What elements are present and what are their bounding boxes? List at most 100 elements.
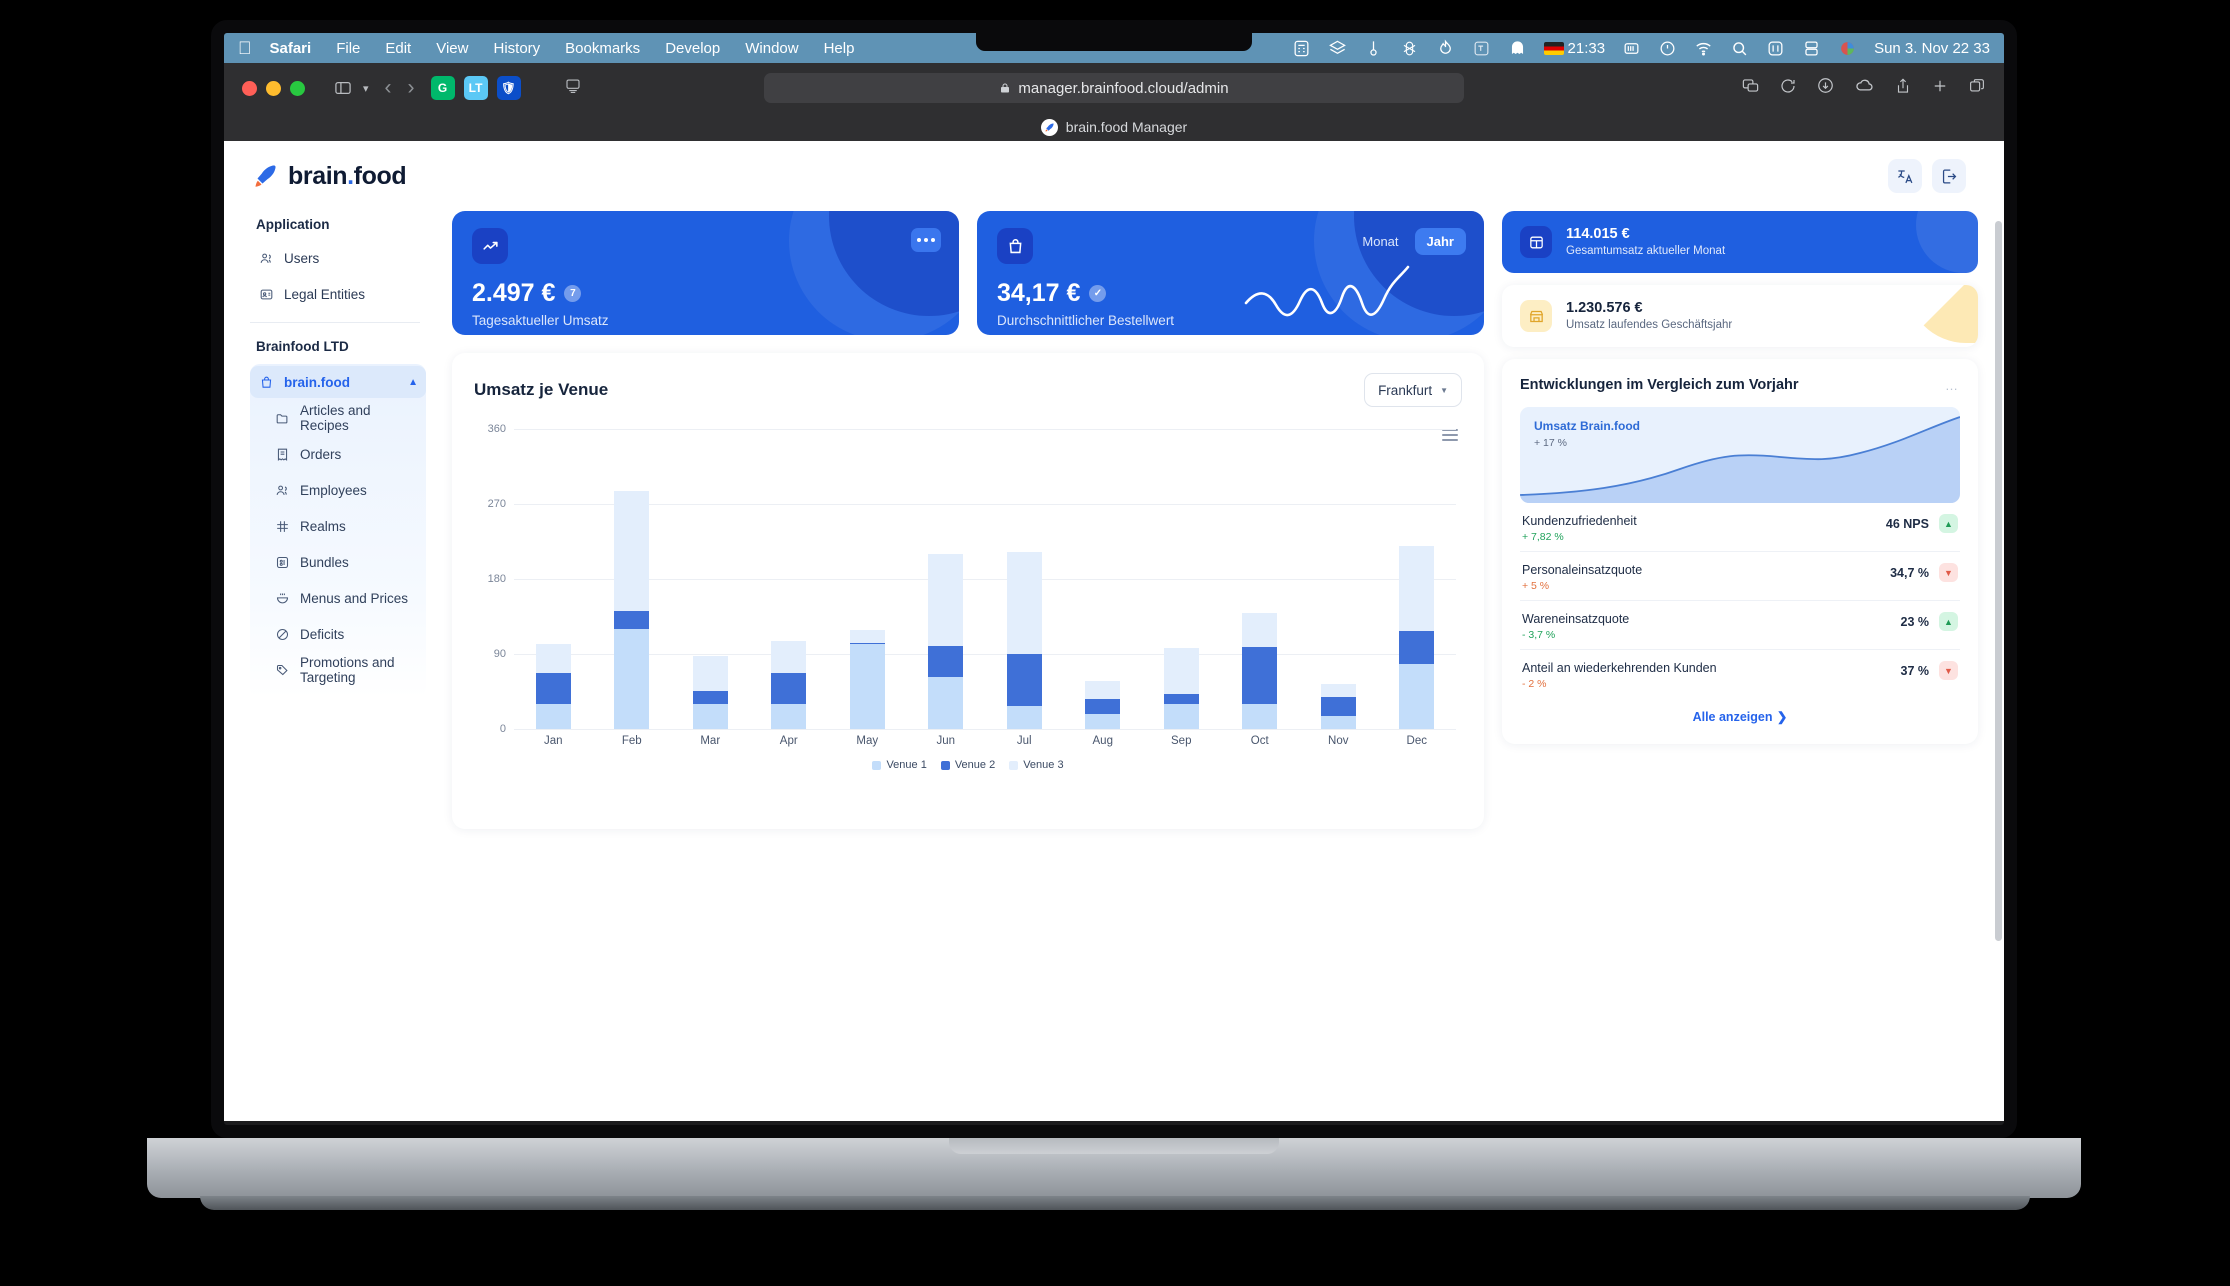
bar-segment[interactable]	[535, 704, 571, 729]
layers-icon[interactable]	[1328, 39, 1347, 58]
languagetool-extension-icon[interactable]: LT	[463, 76, 488, 100]
bar-segment[interactable]	[614, 610, 650, 629]
venue-select[interactable]: Frankfurt ▼	[1364, 373, 1462, 407]
development-row[interactable]: Wareneinsatzquote - 3,7 % 23 % ▲	[1520, 600, 1960, 649]
bar-segment[interactable]	[535, 644, 571, 674]
sidebar-item-orders[interactable]: Orders	[266, 438, 426, 470]
bar-group[interactable]	[750, 429, 829, 729]
bar-segment[interactable]	[1242, 647, 1278, 704]
bar-group[interactable]	[985, 429, 1064, 729]
development-row[interactable]: Personaleinsatzquote + 5 % 34,7 % ▼	[1520, 551, 1960, 600]
bar-group[interactable]	[1221, 429, 1300, 729]
sidebar-chevron-down-icon[interactable]: ▾	[363, 82, 369, 95]
bar-segment[interactable]	[849, 629, 885, 644]
control-center-icon[interactable]	[1766, 39, 1785, 58]
kpi-info-badge[interactable]: 7	[564, 285, 582, 302]
bar-segment[interactable]	[1085, 699, 1121, 714]
minimize-window-button[interactable]	[266, 80, 281, 96]
sidebar-item-menus-and-prices[interactable]: Menus and Prices	[266, 582, 426, 614]
kpi-card-average-order-value[interactable]: Monat Jahr 34,17 € ✓ Durchschnittlicher …	[977, 211, 1484, 335]
bar-segment[interactable]	[771, 673, 807, 704]
bar-segment[interactable]	[1320, 715, 1356, 729]
bar-segment[interactable]	[1006, 705, 1042, 729]
bar-group[interactable]	[1299, 429, 1378, 729]
bar-segment[interactable]	[849, 644, 885, 729]
user-avatar-icon[interactable]	[1838, 39, 1857, 58]
bar-segment[interactable]	[614, 629, 650, 729]
bar-group[interactable]	[671, 429, 750, 729]
stacked-bar[interactable]	[771, 640, 807, 729]
sidebar-item-brainfood[interactable]: brain.food ▲	[250, 366, 426, 398]
reload-icon[interactable]	[1779, 77, 1797, 100]
stacked-bar[interactable]	[692, 655, 728, 729]
share-icon[interactable]	[1894, 77, 1912, 100]
bar-segment[interactable]	[928, 554, 964, 646]
openai-icon[interactable]	[1400, 39, 1419, 58]
menu-safari[interactable]: Safari	[270, 40, 312, 57]
forward-button[interactable]: ›	[408, 76, 415, 100]
bar-segment[interactable]	[928, 677, 964, 729]
stacked-bar[interactable]	[1163, 648, 1199, 729]
logout-button[interactable]	[1932, 159, 1966, 193]
address-bar[interactable]: manager.brainfood.cloud/admin	[764, 73, 1464, 103]
period-option-month[interactable]: Monat	[1350, 228, 1410, 255]
wifi-icon[interactable]	[1694, 39, 1713, 58]
bar-segment[interactable]	[535, 673, 571, 704]
stacked-bar[interactable]	[1399, 545, 1435, 729]
bar-segment[interactable]	[771, 640, 807, 674]
page-translate-icon[interactable]	[1741, 76, 1760, 100]
show-all-link[interactable]: Alle anzeigen ❯	[1520, 698, 1960, 730]
language-switch-button[interactable]	[1888, 159, 1922, 193]
bar-group[interactable]	[593, 429, 672, 729]
downloads-icon[interactable]	[1816, 76, 1835, 100]
stacked-bar[interactable]	[1242, 613, 1278, 729]
development-row[interactable]: Anteil an wiederkehrenden Kunden - 2 % 37 …	[1520, 649, 1960, 698]
bar-segment[interactable]	[614, 490, 650, 611]
legend-item[interactable]: Venue 1	[872, 759, 927, 771]
bar-group[interactable]	[514, 429, 593, 729]
chevron-up-icon[interactable]: ▲	[408, 377, 418, 388]
bar-segment[interactable]	[1242, 704, 1278, 729]
maximize-window-button[interactable]	[290, 80, 305, 96]
stacked-bar[interactable]	[1006, 552, 1042, 729]
menu-develop[interactable]: Develop	[665, 40, 720, 57]
kpi-info-badge[interactable]: ✓	[1089, 285, 1107, 302]
bar-segment[interactable]	[1085, 714, 1121, 729]
brainfood-logo[interactable]: brain.food	[250, 161, 407, 191]
tab-title[interactable]: brain.food Manager	[1066, 119, 1187, 135]
menu-bar-clock[interactable]: Sun 3. Nov 22 33	[1874, 40, 1990, 57]
battery-bar-icon[interactable]	[1622, 39, 1641, 58]
bar-segment[interactable]	[1006, 552, 1042, 655]
back-button[interactable]: ‹	[385, 76, 392, 100]
stacked-bar[interactable]	[849, 629, 885, 729]
bar-group[interactable]	[1064, 429, 1143, 729]
tab-overview-icon[interactable]	[1968, 77, 1986, 100]
close-window-button[interactable]	[242, 80, 257, 96]
bar-group[interactable]	[1378, 429, 1457, 729]
sidebar-item-users[interactable]: Users	[250, 242, 426, 274]
grammarly-extension-icon[interactable]: G	[430, 76, 455, 100]
bar-segment[interactable]	[1320, 697, 1356, 716]
stacked-bar[interactable]	[535, 644, 571, 729]
calculator-icon[interactable]	[1292, 39, 1311, 58]
bar-segment[interactable]	[692, 704, 728, 729]
ghostty-icon[interactable]	[1508, 39, 1527, 58]
menu-window[interactable]: Window	[745, 40, 798, 57]
kpi-card-menu-button[interactable]	[911, 228, 941, 252]
sidebar-item-bundles[interactable]: Bundles	[266, 546, 426, 578]
translate-icon[interactable]	[1472, 39, 1491, 58]
bar-segment[interactable]	[1320, 684, 1356, 698]
bar-segment[interactable]	[771, 704, 807, 729]
period-option-year[interactable]: Jahr	[1414, 228, 1466, 255]
thermometer-icon[interactable]	[1364, 39, 1383, 58]
sidebar-toggle-icon[interactable]	[331, 76, 355, 100]
sidebar-item-deficits[interactable]: Deficits	[266, 618, 426, 650]
sidebar-item-realms[interactable]: Realms	[266, 510, 426, 542]
bar-segment[interactable]	[1163, 648, 1199, 694]
menu-edit[interactable]: Edit	[385, 40, 411, 57]
clock-icon[interactable]	[1658, 39, 1677, 58]
bar-segment[interactable]	[1085, 680, 1121, 699]
menu-help[interactable]: Help	[824, 40, 855, 57]
stacked-bar[interactable]	[1085, 680, 1121, 729]
notification-center-icon[interactable]	[1802, 39, 1821, 58]
